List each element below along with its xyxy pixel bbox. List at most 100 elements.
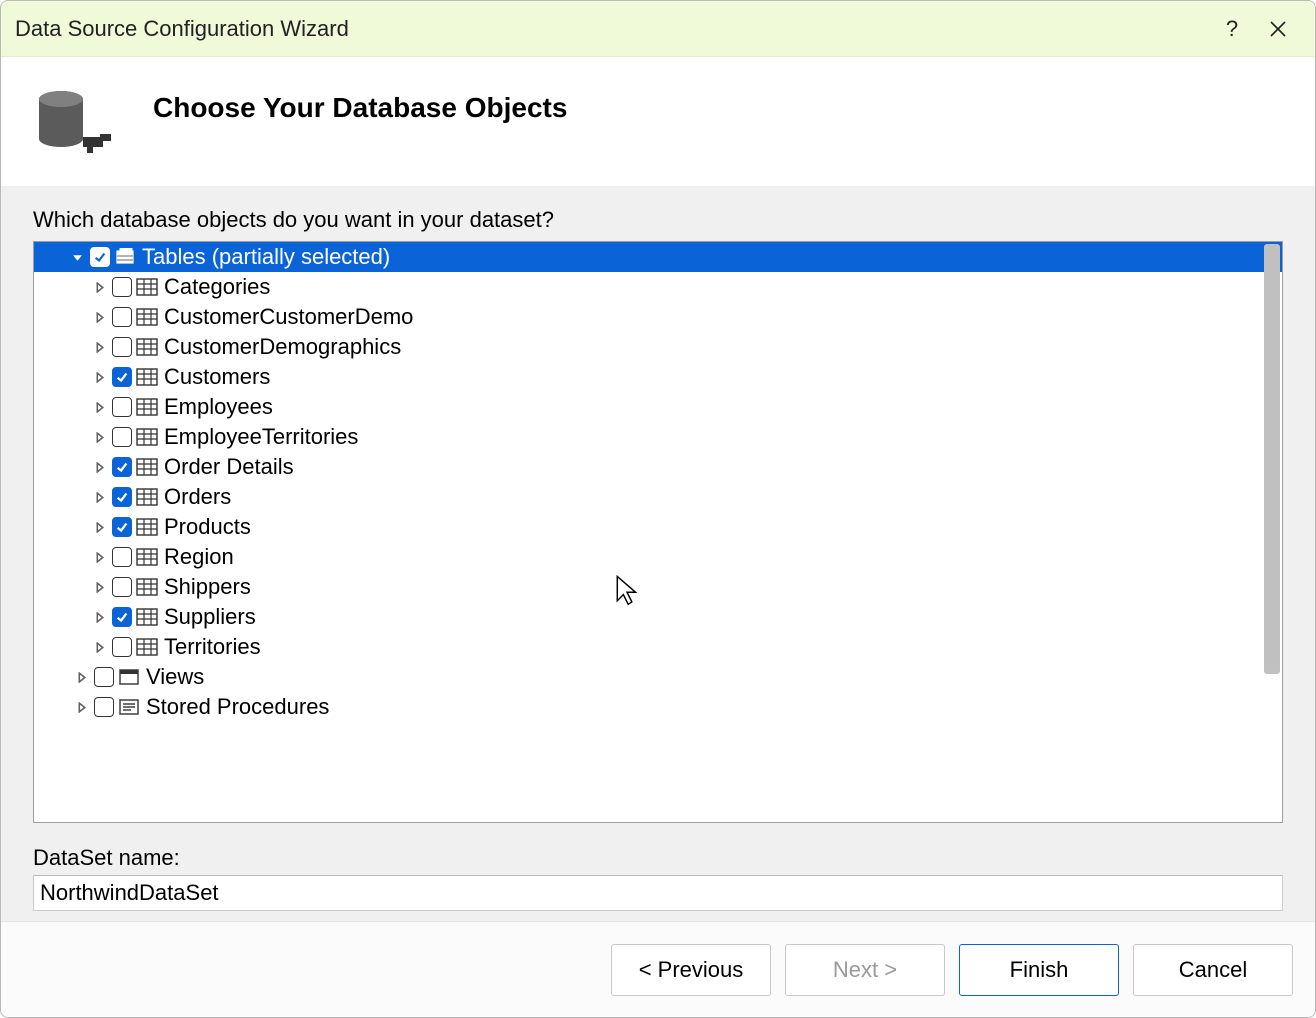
- tree-node-table[interactable]: Territories: [34, 632, 1282, 662]
- table-icon: [136, 397, 158, 417]
- stored-proc-icon: [118, 697, 140, 717]
- checkbox[interactable]: [112, 487, 132, 507]
- tree-node-label: Orders: [164, 484, 231, 510]
- tree-node-table[interactable]: CustomerDemographics: [34, 332, 1282, 362]
- next-button: Next >: [785, 944, 945, 996]
- table-icon: [136, 547, 158, 567]
- tree-node-label: EmployeeTerritories: [164, 424, 358, 450]
- checkbox[interactable]: [112, 277, 132, 297]
- expander-open-icon[interactable]: [70, 250, 84, 264]
- expander-closed-icon[interactable]: [92, 640, 106, 654]
- header: Choose Your Database Objects: [1, 57, 1315, 187]
- dataset-name-input[interactable]: [33, 875, 1283, 911]
- tree-node-table[interactable]: CustomerCustomerDemo: [34, 302, 1282, 332]
- table-icon: [136, 637, 158, 657]
- expander-closed-icon[interactable]: [92, 550, 106, 564]
- tree-node-table[interactable]: Order Details: [34, 452, 1282, 482]
- tree-node-label: Region: [164, 544, 234, 570]
- prompt-text: Which database objects do you want in yo…: [33, 207, 1283, 233]
- help-button[interactable]: ?: [1209, 9, 1255, 49]
- footer: < Previous Next > Finish Cancel: [1, 921, 1315, 1017]
- tree-node-label: Shippers: [164, 574, 251, 600]
- expander-closed-icon[interactable]: [92, 460, 106, 474]
- tree-node-label: CustomerCustomerDemo: [164, 304, 413, 330]
- tree-node-tables[interactable]: Tables (partially selected): [34, 242, 1282, 272]
- close-button[interactable]: [1255, 9, 1301, 49]
- table-icon: [136, 277, 158, 297]
- tree-node-label: Customers: [164, 364, 270, 390]
- body: Which database objects do you want in yo…: [1, 187, 1315, 921]
- checkbox[interactable]: [90, 247, 110, 267]
- checkbox[interactable]: [112, 397, 132, 417]
- tree-node-table[interactable]: Region: [34, 542, 1282, 572]
- checkbox[interactable]: [112, 457, 132, 477]
- tree-node-label: Stored Procedures: [146, 694, 329, 720]
- table-icon: [136, 607, 158, 627]
- window-title: Data Source Configuration Wizard: [15, 16, 1209, 42]
- titlebar: Data Source Configuration Wizard ?: [1, 1, 1315, 57]
- table-icon: [136, 487, 158, 507]
- checkbox[interactable]: [94, 697, 114, 717]
- expander-closed-icon[interactable]: [92, 610, 106, 624]
- tree-node-group[interactable]: Stored Procedures: [34, 692, 1282, 722]
- table-icon: [136, 517, 158, 537]
- tree-node-label: Tables (partially selected): [142, 244, 390, 270]
- expander-closed-icon[interactable]: [92, 400, 106, 414]
- tree-node-label: Views: [146, 664, 204, 690]
- table-icon: [136, 427, 158, 447]
- previous-button[interactable]: < Previous: [611, 944, 771, 996]
- expander-closed-icon[interactable]: [92, 370, 106, 384]
- checkbox[interactable]: [112, 517, 132, 537]
- checkbox[interactable]: [112, 337, 132, 357]
- expander-closed-icon[interactable]: [92, 430, 106, 444]
- tree-node-table[interactable]: Suppliers: [34, 602, 1282, 632]
- close-icon: [1268, 19, 1288, 39]
- checkbox[interactable]: [112, 307, 132, 327]
- expander-closed-icon[interactable]: [92, 280, 106, 294]
- tree-node-table[interactable]: Shippers: [34, 572, 1282, 602]
- wizard-window: Data Source Configuration Wizard ? Choos…: [0, 0, 1316, 1018]
- scrollbar-thumb[interactable]: [1264, 244, 1280, 674]
- expander-closed-icon[interactable]: [92, 340, 106, 354]
- checkbox[interactable]: [112, 547, 132, 567]
- finish-button[interactable]: Finish: [959, 944, 1119, 996]
- table-icon: [136, 367, 158, 387]
- dataset-name-label: DataSet name:: [33, 845, 1283, 871]
- tree-node-label: Products: [164, 514, 251, 540]
- expander-closed-icon[interactable]: [92, 310, 106, 324]
- database-icon: [33, 87, 113, 157]
- checkbox[interactable]: [94, 667, 114, 687]
- checkbox[interactable]: [112, 427, 132, 447]
- table-icon: [136, 577, 158, 597]
- checkbox[interactable]: [112, 367, 132, 387]
- tree-node-group[interactable]: Views: [34, 662, 1282, 692]
- tree-node-label: Order Details: [164, 454, 294, 480]
- tree-node-label: Categories: [164, 274, 270, 300]
- tree-node-label: Territories: [164, 634, 261, 660]
- table-icon: [136, 337, 158, 357]
- page-heading: Choose Your Database Objects: [153, 92, 567, 124]
- expander-closed-icon[interactable]: [74, 700, 88, 714]
- checkbox[interactable]: [112, 577, 132, 597]
- tree-node-table[interactable]: Categories: [34, 272, 1282, 302]
- tree-node-label: Suppliers: [164, 604, 256, 630]
- tree-node-table[interactable]: Customers: [34, 362, 1282, 392]
- views-icon: [118, 667, 140, 687]
- expander-closed-icon[interactable]: [92, 580, 106, 594]
- tree-node-table[interactable]: Products: [34, 512, 1282, 542]
- tree-node-table[interactable]: Employees: [34, 392, 1282, 422]
- tables-group-icon: [114, 247, 136, 267]
- table-icon: [136, 457, 158, 477]
- expander-closed-icon[interactable]: [92, 490, 106, 504]
- expander-closed-icon[interactable]: [92, 520, 106, 534]
- tree-node-label: CustomerDemographics: [164, 334, 401, 360]
- cancel-button[interactable]: Cancel: [1133, 944, 1293, 996]
- table-icon: [136, 307, 158, 327]
- tree-node-table[interactable]: Orders: [34, 482, 1282, 512]
- checkbox[interactable]: [112, 607, 132, 627]
- expander-closed-icon[interactable]: [74, 670, 88, 684]
- checkbox[interactable]: [112, 637, 132, 657]
- tree-node-label: Employees: [164, 394, 273, 420]
- tree-node-table[interactable]: EmployeeTerritories: [34, 422, 1282, 452]
- objects-tree[interactable]: Tables (partially selected) Categories Cus…: [33, 241, 1283, 823]
